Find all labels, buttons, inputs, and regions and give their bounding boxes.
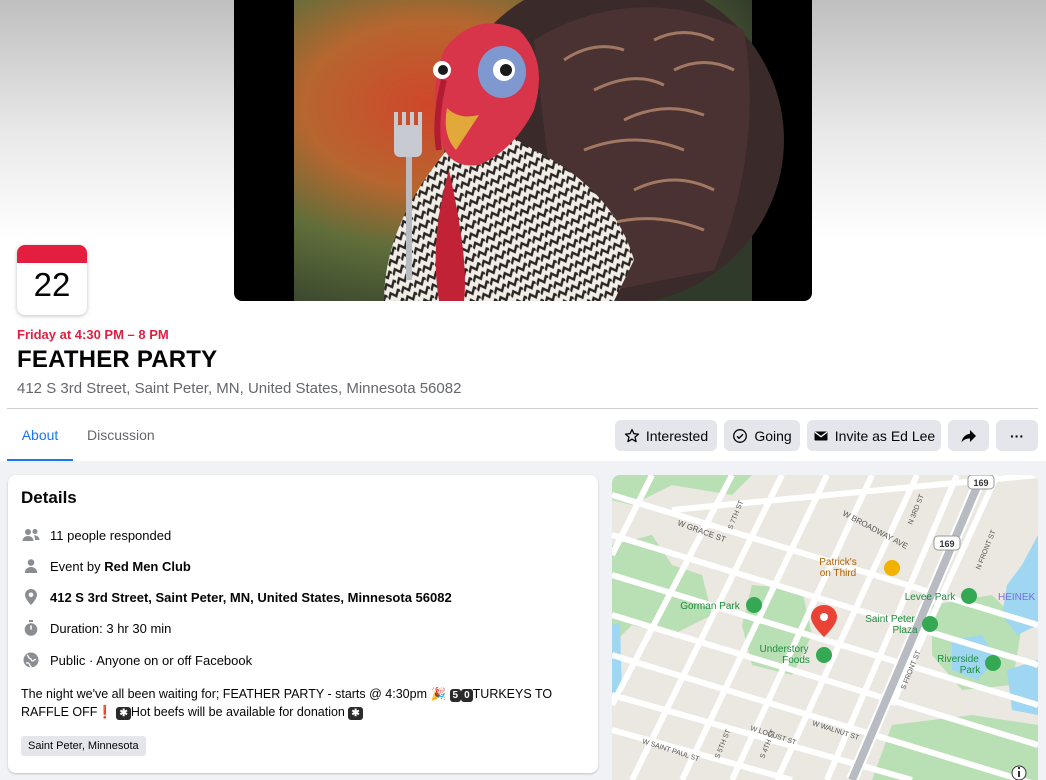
- keycap-0: 0: [461, 689, 473, 702]
- map-label-plaza-2: Plaza: [892, 625, 917, 636]
- more-options-button[interactable]: ···: [996, 420, 1038, 451]
- people-icon: [21, 525, 41, 545]
- tab-about[interactable]: About: [7, 418, 73, 461]
- person-icon: [21, 556, 41, 576]
- location-tag[interactable]: Saint Peter, Minnesota: [21, 736, 146, 756]
- calendar-header-bar: [17, 245, 87, 263]
- park-marker-riverside[interactable]: [985, 655, 1001, 671]
- location-address-link[interactable]: 412 S 3rd Street, Saint Peter, MN, Unite…: [50, 590, 452, 605]
- map-label-patricks-1: Patrick's: [819, 557, 856, 568]
- map-label-levee: Levee Park: [905, 592, 957, 603]
- highway-label-2: 169: [939, 539, 954, 549]
- park-marker-levee[interactable]: [961, 588, 977, 604]
- responded-row: 11 people responded: [21, 525, 171, 545]
- map-info-icon[interactable]: [1011, 765, 1027, 780]
- responded-text[interactable]: 11 people responded: [50, 528, 171, 543]
- event-day-number: 22: [33, 266, 71, 303]
- location-row: 412 S 3rd Street, Saint Peter, MN, Unite…: [21, 587, 452, 607]
- header-divider: [7, 408, 1038, 409]
- map-canvas: W BROADWAY AVE W GRACE ST Patrick's on T…: [612, 475, 1038, 780]
- stopwatch-icon: [21, 618, 41, 638]
- duration-text: Duration: 3 hr 30 min: [50, 620, 172, 636]
- description-text-2: TURKEYS TO: [472, 687, 553, 701]
- share-arrow-icon: [961, 429, 976, 442]
- details-card: Details 11 people responded Event by Red…: [8, 475, 598, 773]
- host-name-link[interactable]: Red Men Club: [104, 559, 191, 574]
- keycap-5: 5: [449, 689, 462, 702]
- event-address[interactable]: 412 S 3rd Street, Saint Peter, MN, Unite…: [17, 380, 461, 397]
- globe-icon: [21, 650, 41, 670]
- star-icon: [624, 428, 640, 442]
- host-row: Event by Red Men Club: [21, 556, 191, 576]
- map-label-riverside-1: Riverside: [937, 654, 979, 665]
- map-label-riverside-2: Park: [960, 665, 982, 676]
- party-popper-icon: 🎉: [430, 687, 447, 701]
- interested-button[interactable]: Interested: [615, 420, 717, 451]
- event-header: 22 Friday at 4:30 PM – 8 PM FEATHER PART…: [0, 0, 1046, 461]
- map-label-patricks-2: on Third: [820, 568, 857, 579]
- duration-row: Duration: 3 hr 30 min: [21, 618, 171, 638]
- highway-label-1: 169: [973, 478, 988, 488]
- tab-discussion[interactable]: Discussion: [73, 418, 169, 461]
- map-pin-icon: [21, 587, 41, 607]
- description-text-3: RAFFLE OFF: [21, 705, 98, 719]
- privacy-row: Public · Anyone on or off Facebook: [21, 650, 252, 670]
- restaurant-marker[interactable]: [884, 560, 900, 576]
- envelope-icon: [814, 431, 828, 440]
- host-prefix: Event by: [50, 558, 105, 574]
- store-marker-understory[interactable]: [816, 647, 832, 663]
- map-label-understory-2: Foods: [782, 655, 810, 666]
- map-label-gorman: Gorman Park: [680, 601, 740, 612]
- share-button[interactable]: [948, 420, 989, 451]
- interested-label: Interested: [645, 427, 709, 444]
- location-map[interactable]: W BROADWAY AVE W GRACE ST Patrick's on T…: [612, 475, 1038, 780]
- privacy-text: Public · Anyone on or off Facebook: [50, 652, 253, 668]
- event-datetime: Friday at 4:30 PM – 8 PM: [17, 327, 169, 342]
- asterisk-keycap-icon-2: ✱: [348, 707, 363, 720]
- going-label: Going: [754, 427, 792, 444]
- invite-button[interactable]: Invite as Ed Lee: [807, 420, 941, 451]
- map-label-understory-1: Understory: [760, 644, 809, 655]
- turkey-illustration: [294, 0, 784, 301]
- map-label-plaza-1: Saint Peter: [865, 614, 915, 625]
- exclamation-icon: ❗: [97, 705, 113, 719]
- going-button[interactable]: Going: [724, 420, 800, 451]
- description-text-1: The night we've all been waiting for; FE…: [21, 687, 427, 701]
- invite-label: Invite as Ed Lee: [834, 427, 936, 444]
- park-marker-gorman[interactable]: [746, 597, 762, 613]
- cover-photo[interactable]: [234, 0, 812, 301]
- event-date-card: 22: [17, 245, 87, 315]
- map-label-heinek: HEINEK: [998, 592, 1036, 603]
- park-marker-plaza[interactable]: [922, 616, 938, 632]
- event-description: The night we've all been waiting for; FE…: [21, 685, 581, 721]
- details-heading: Details: [21, 488, 77, 507]
- event-title: FEATHER PARTY: [17, 346, 218, 373]
- check-circle-icon: [733, 428, 748, 443]
- asterisk-keycap-icon: ✱: [116, 707, 131, 720]
- description-text-4: Hot beefs will be available for donation: [130, 705, 345, 719]
